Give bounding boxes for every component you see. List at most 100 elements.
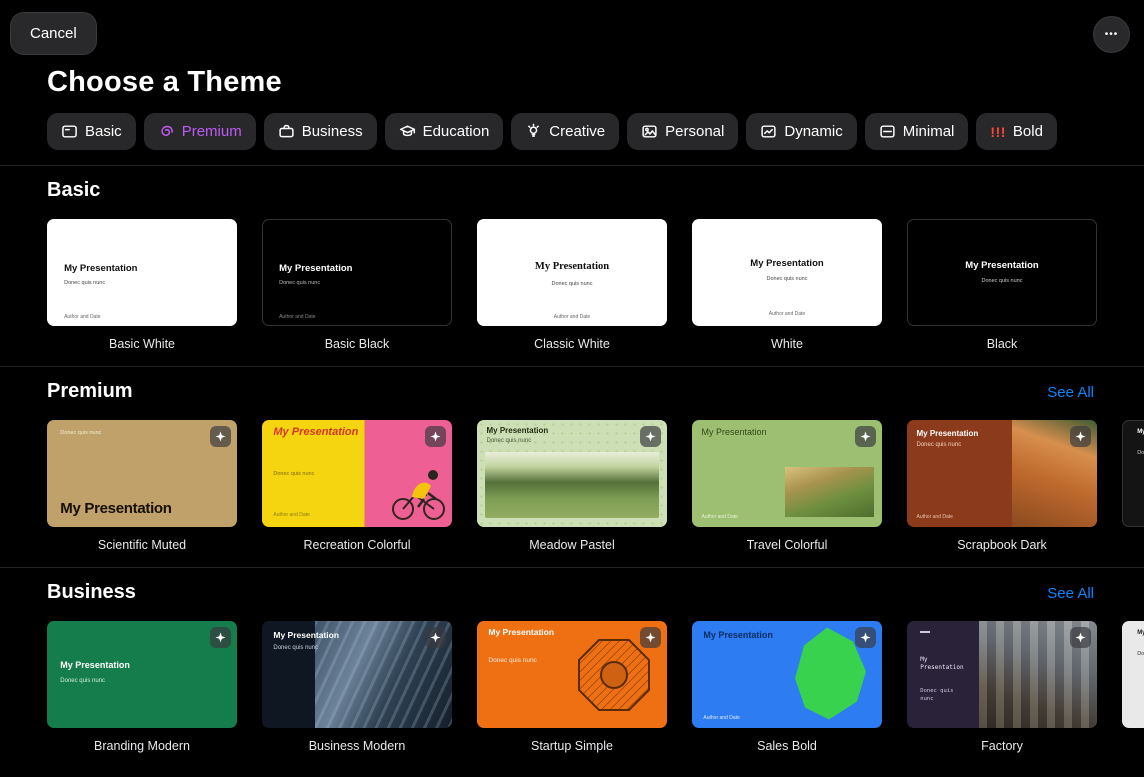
star-icon	[215, 632, 226, 643]
slide-title: My Presentation	[64, 263, 137, 274]
briefcase-icon	[278, 123, 295, 140]
section-title: Basic	[47, 179, 100, 202]
star-icon	[860, 632, 871, 643]
slide-title: My Presentation	[917, 429, 979, 438]
graduation-cap-icon	[399, 123, 416, 140]
slide-title: My Presentation	[273, 427, 360, 439]
filter-chip-minimal[interactable]: Minimal	[865, 113, 969, 150]
theme-card-classic-white[interactable]: My Presentation Donec quis nunc Author a…	[477, 219, 667, 351]
filter-chip-creative[interactable]: Creative	[511, 113, 619, 150]
theme-filter-chips: Basic Premium Business Education Creativ…	[47, 113, 1144, 150]
theme-preview: My Presentation Donec quis nunc Author a…	[477, 219, 667, 326]
slide-subtitle: Donec quis nunc	[907, 278, 1097, 284]
theme-row-business: My Presentation Donec quis nunc Branding…	[0, 621, 1144, 753]
theme-card-meadow-pastel[interactable]: My Presentation Donec quis nunc Meadow P…	[477, 420, 667, 552]
theme-card-branding-modern[interactable]: My Presentation Donec quis nunc Branding…	[47, 621, 237, 753]
premium-star-badge	[210, 426, 231, 447]
lightbulb-icon	[525, 123, 542, 140]
slide-title: My Presentation	[487, 426, 549, 435]
filter-chip-premium[interactable]: Premium	[144, 113, 256, 150]
theme-name: Branding Modern	[47, 739, 237, 753]
star-icon	[430, 632, 441, 643]
filter-chip-basic[interactable]: Basic	[47, 113, 136, 150]
slide-subtitle: Donec quis nunc	[488, 657, 556, 665]
slide-title: My Presentation	[60, 660, 130, 670]
filter-chip-business[interactable]: Business	[264, 113, 377, 150]
slide-footer: Author and Date	[692, 311, 882, 317]
theme-card-partial[interactable]: My Presentation Donec quis nunc	[1122, 621, 1144, 753]
theme-card-recreation-colorful[interactable]: My Presentation Donec quis nunc Author a…	[262, 420, 452, 552]
theme-preview: My Presentation Author and Date	[692, 420, 882, 527]
theme-preview: My Presentation Author and Date	[692, 621, 882, 728]
filter-chip-education[interactable]: Education	[385, 113, 504, 150]
slide-subtitle: Donec quis nunc	[1137, 651, 1144, 657]
theme-card-white[interactable]: My Presentation Donec quis nunc Author a…	[692, 219, 882, 351]
theme-card-startup-simple[interactable]: My Presentation Donec quis nunc Startup …	[477, 621, 667, 753]
theme-name: Startup Simple	[477, 739, 667, 753]
slide-subtitle: Donec quis nunc	[477, 281, 667, 287]
slide-footer: Author and Date	[273, 512, 309, 518]
decorative-dash	[920, 631, 930, 633]
filter-chip-personal[interactable]: Personal	[627, 113, 738, 150]
theme-preview: My Presentation Donec quis nunc	[262, 621, 452, 728]
theme-card-black[interactable]: My Presentation Donec quis nunc Black	[907, 219, 1097, 351]
theme-preview: Donec quis nunc My Presentation	[47, 420, 237, 527]
slide-title: My Presentation	[692, 258, 882, 269]
filter-chip-bold[interactable]: !!! Bold	[976, 113, 1057, 150]
theme-name: Basic Black	[262, 337, 452, 351]
theme-card-sales-bold[interactable]: My Presentation Author and Date Sales Bo…	[692, 621, 882, 753]
slide-title: My Presentation	[907, 260, 1097, 271]
theme-card-scrapbook-dark[interactable]: My Presentation Donec quis nunc Author a…	[907, 420, 1097, 552]
section-title: Business	[47, 581, 136, 604]
filter-chip-label: Education	[423, 123, 490, 140]
filter-chip-label: Bold	[1013, 123, 1043, 140]
slide-subtitle: Donec quis nunc	[920, 688, 969, 702]
see-all-business-link[interactable]: See All	[1047, 585, 1094, 602]
slide-title: My Presentation	[703, 630, 773, 640]
theme-preview: My Presentation Donec quis nunc	[1122, 621, 1144, 728]
theme-card-factory[interactable]: My Presentation Donec quis nunc Factory	[907, 621, 1097, 753]
section-business: Business See All My Presentation Donec q…	[0, 567, 1144, 753]
theme-preview: My Presentation Donec quis nunc Author a…	[692, 219, 882, 326]
theme-card-business-modern[interactable]: My Presentation Donec quis nunc Business…	[262, 621, 452, 753]
section-divider	[0, 567, 1144, 568]
slide-footer: Author and Date	[702, 514, 738, 520]
star-icon	[1075, 632, 1086, 643]
theme-preview: My Presentation Donec quis nunc	[907, 219, 1097, 326]
star-icon	[645, 632, 656, 643]
theme-card-basic-white[interactable]: My Presentation Donec quis nunc Author a…	[47, 219, 237, 351]
premium-star-badge	[855, 426, 876, 447]
theme-card-travel-colorful[interactable]: My Presentation Author and Date Travel C…	[692, 420, 882, 552]
filter-chip-label: Dynamic	[784, 123, 842, 140]
theme-name: Factory	[907, 739, 1097, 753]
cancel-button[interactable]: Cancel	[10, 12, 97, 55]
premium-star-badge	[425, 426, 446, 447]
slide-subtitle: Donec quis nunc	[917, 442, 962, 448]
see-all-premium-link[interactable]: See All	[1047, 384, 1094, 401]
premium-star-badge	[425, 627, 446, 648]
slide-footer: Author and Date	[917, 514, 953, 520]
theme-preview: My Presentation Donec quis nunc	[907, 621, 1097, 728]
premium-star-badge	[1070, 627, 1091, 648]
filter-chip-dynamic[interactable]: Dynamic	[746, 113, 856, 150]
star-icon	[860, 431, 871, 442]
trend-slide-icon	[760, 123, 777, 140]
slide-subtitle: Donec quis nunc	[64, 280, 105, 286]
slide-title: My Presentation	[702, 427, 801, 438]
exclamation-icon: !!!	[990, 124, 1006, 140]
swirl-icon	[158, 123, 175, 140]
more-options-button[interactable]: •••	[1093, 16, 1130, 53]
theme-name: Recreation Colorful	[262, 538, 452, 552]
star-icon	[645, 431, 656, 442]
theme-name: Black	[907, 337, 1097, 351]
theme-card-partial[interactable]: My Presentation Donec quis nunc	[1122, 420, 1144, 552]
premium-star-badge	[1070, 426, 1091, 447]
premium-star-badge	[640, 627, 661, 648]
cyclist-illustration	[388, 452, 448, 524]
theme-preview: My Presentation Donec quis nunc	[47, 621, 237, 728]
meadow-photo	[485, 452, 660, 518]
theme-card-scientific-muted[interactable]: Donec quis nunc My Presentation Scientif…	[47, 420, 237, 552]
theme-preview: My Presentation Donec quis nunc	[477, 420, 667, 527]
theme-row-basic: My Presentation Donec quis nunc Author a…	[0, 219, 1144, 351]
theme-card-basic-black[interactable]: My Presentation Donec quis nunc Author a…	[262, 219, 452, 351]
